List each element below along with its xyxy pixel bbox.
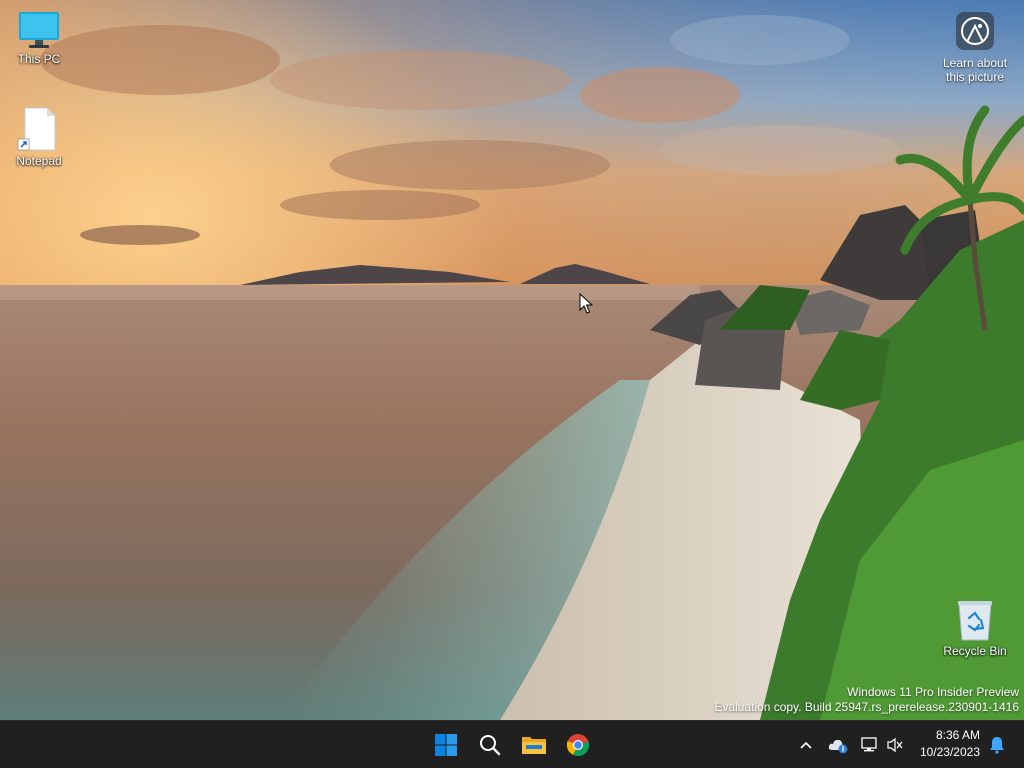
clock-time: 8:36 AM — [935, 728, 980, 742]
file-explorer-icon — [522, 737, 546, 754]
desktop-icon-this-pc[interactable]: This PC — [0, 10, 78, 66]
desktop-icon-recycle-bin[interactable]: Recycle Bin — [936, 598, 1014, 658]
watermark-line2: Evaluation copy. Build 25947.rs_prerelea… — [714, 700, 1019, 714]
learn-about-line1: Learn about — [942, 56, 1008, 70]
recycle-bin-icon — [958, 601, 992, 641]
monitor-icon — [19, 12, 59, 48]
show-hidden-icons-button[interactable] — [796, 733, 816, 757]
bell-icon — [990, 737, 1004, 754]
learn-about-line2: this picture — [945, 70, 1005, 84]
desktop-icon-label: Recycle Bin — [943, 644, 1007, 658]
mouse-cursor-icon — [579, 293, 593, 314]
weather-button[interactable] — [826, 733, 850, 757]
clock-date: 10/23/2023 — [919, 745, 980, 759]
notepad-shortcut-icon — [17, 107, 56, 151]
volume-muted-icon — [887, 737, 903, 753]
file-explorer-button[interactable] — [514, 725, 554, 765]
wallpaper-image — [0, 0, 1024, 720]
network-icon — [861, 737, 877, 752]
chevron-up-icon — [800, 741, 812, 749]
start-button[interactable] — [426, 725, 466, 765]
search-button[interactable] — [470, 725, 510, 765]
taskbar: 8:36 AM 10/23/2023 — [0, 720, 1024, 768]
desktop-icon-label: Notepad — [16, 154, 62, 168]
search-icon — [480, 735, 501, 756]
desktop-icon-notepad[interactable]: Notepad — [0, 106, 78, 168]
camera-info-icon — [956, 12, 994, 50]
taskbar-clock[interactable]: 8:36 AM 10/23/2023 — [920, 727, 980, 761]
notification-button[interactable] — [986, 733, 1008, 757]
desktop-icon-label: This PC — [17, 52, 61, 66]
volume-button[interactable] — [884, 733, 906, 757]
chrome-icon — [566, 734, 590, 757]
weather-cloud-icon — [828, 739, 848, 754]
learn-about-picture[interactable]: Learn about this picture — [936, 10, 1014, 84]
desktop[interactable]: This PC Notepad Recycle Bin Learn about … — [0, 0, 1024, 720]
network-button[interactable] — [858, 733, 880, 757]
windows-watermark: Windows 11 Pro Insider Preview Evaluatio… — [714, 685, 1019, 715]
watermark-line1: Windows 11 Pro Insider Preview — [847, 685, 1019, 699]
chrome-button[interactable] — [558, 725, 598, 765]
windows-start-icon — [435, 734, 457, 756]
